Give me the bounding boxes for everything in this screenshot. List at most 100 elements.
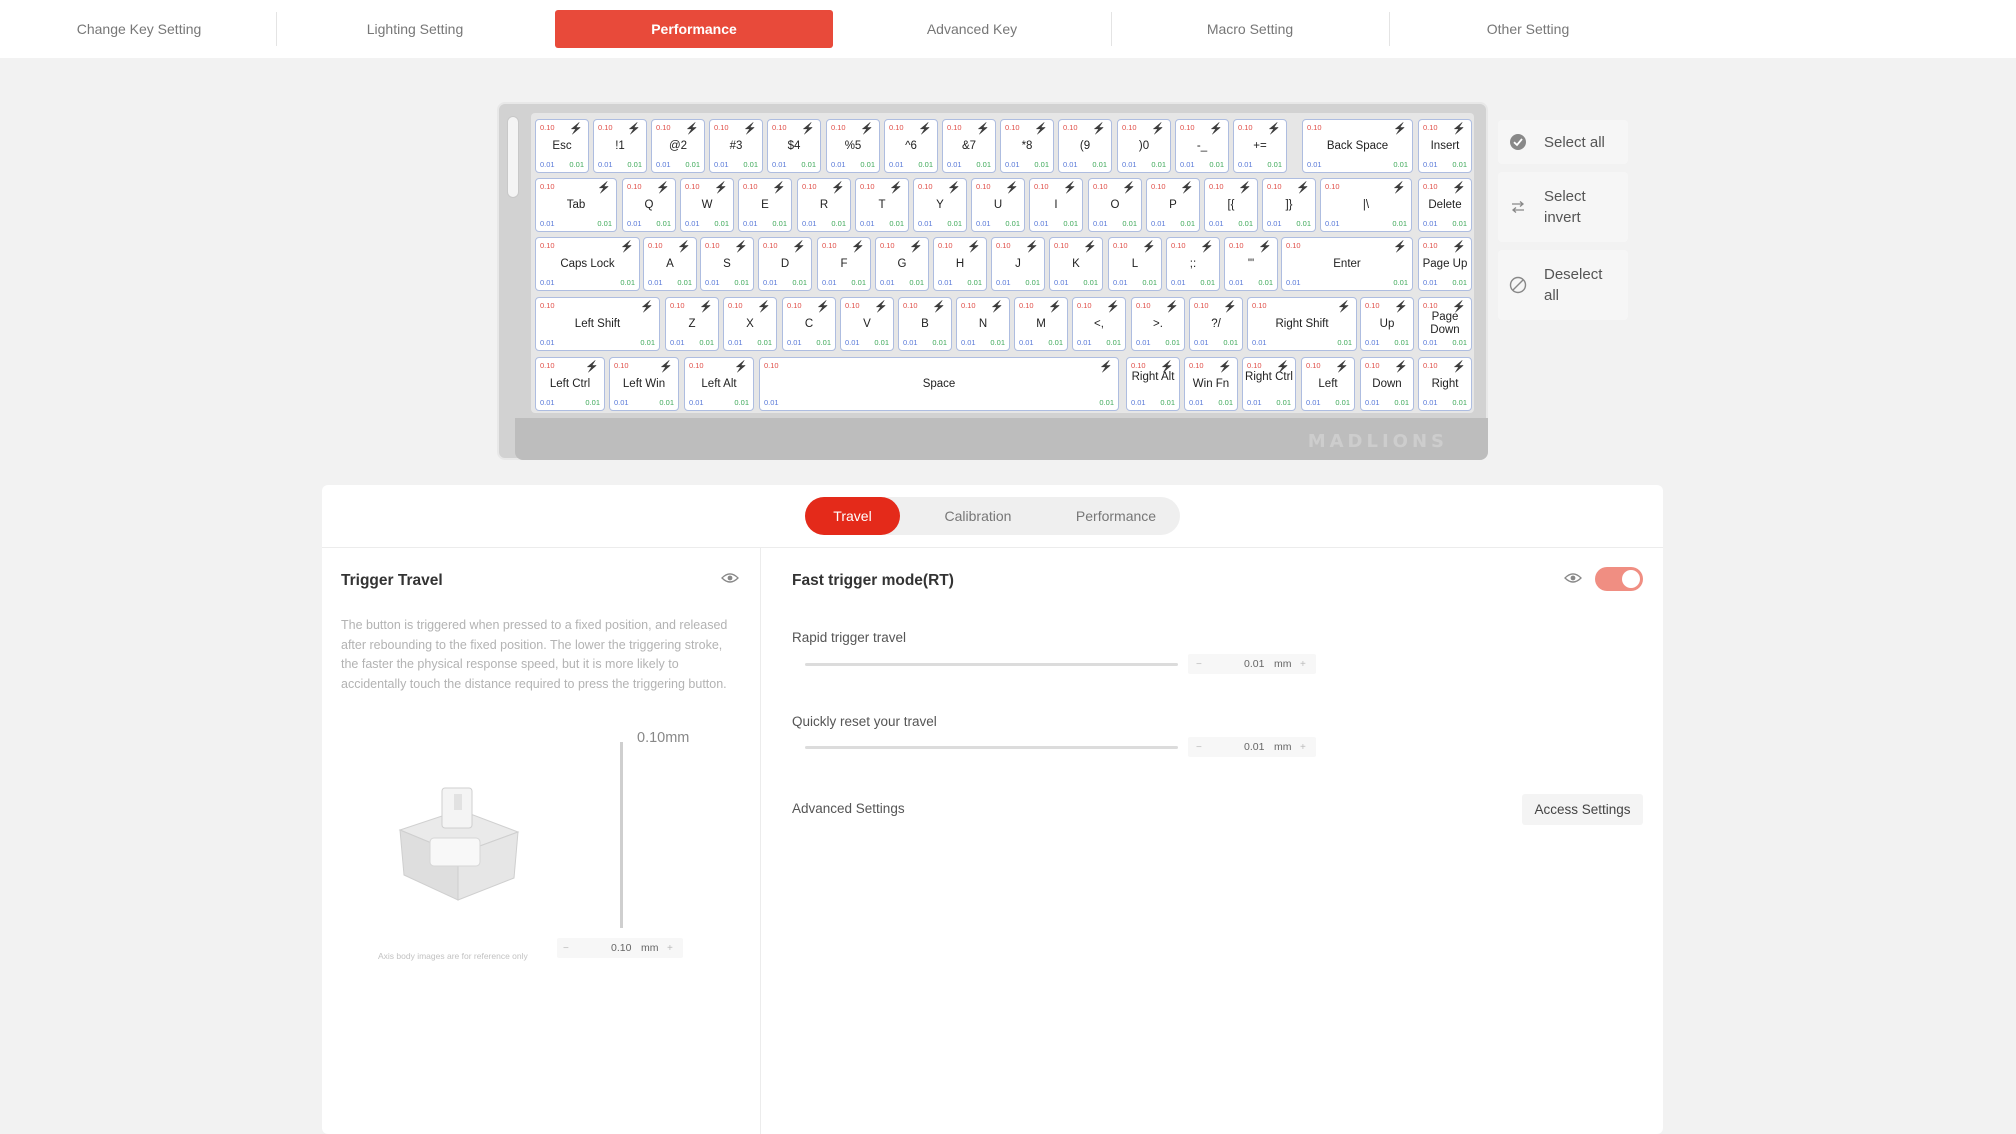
key[interactable]: 0.10 ⚡ Enter 0.01 0.01 [1281,237,1413,291]
key[interactable]: 0.10 ⚡ I 0.01 0.01 [1029,178,1083,232]
key[interactable]: 0.10 ⚡ Page Down 0.01 0.01 [1418,297,1472,351]
eye-icon[interactable] [1564,572,1582,584]
key-actuation-value: 0.10 [1063,123,1078,132]
key[interactable]: 0.10 ⚡ %5 0.01 0.01 [826,119,880,173]
key[interactable]: 0.10 ⚡ >. 0.01 0.01 [1131,297,1185,351]
access-settings-button[interactable]: Access Settings [1522,794,1643,825]
key[interactable]: 0.10 ⚡ R 0.01 0.01 [797,178,851,232]
rapid-trigger-slider[interactable] [805,663,1178,666]
key[interactable]: 0.10 ⚡ Z 0.01 0.01 [665,297,719,351]
trigger-travel-stepper[interactable]: − 0.10 mm + [557,938,683,958]
key[interactable]: 0.10 ⚡ B 0.01 0.01 [898,297,952,351]
nav-other-setting[interactable]: Other Setting [1389,10,1667,48]
tab-performance[interactable]: Performance [1051,497,1181,535]
plus-icon[interactable]: + [1300,742,1306,753]
nav-performance[interactable]: Performance [555,10,833,48]
rapid-trigger-stepper[interactable]: − 0.01 mm + [1188,654,1316,674]
key[interactable]: 0.10 ⚡ &7 0.01 0.01 [942,119,996,173]
key[interactable]: 0.10 ⚡ Up 0.01 0.01 [1360,297,1414,351]
lightning-icon: ⚡ [976,123,990,135]
key[interactable]: 0.10 ⚡ ?/0.01 0.01 [1189,297,1243,351]
key[interactable]: 0.10 ⚡ P 0.01 0.01 [1146,178,1200,232]
key[interactable]: 0.10 ⚡ X 0.01 0.01 [723,297,777,351]
key[interactable]: 0.10 ⚡ Win Fn 0.01 0.01 [1184,357,1238,411]
key[interactable]: 0.10 ⚡ @2 0.01 0.01 [651,119,705,173]
key[interactable]: 0.10 ⚡ A 0.01 0.01 [643,237,697,291]
key[interactable]: 0.10 ⚡ *8 0.01 0.01 [1000,119,1054,173]
tab-travel[interactable]: Travel [805,497,900,535]
key[interactable]: 0.10 ⚡ Left 0.01 0.01 [1301,357,1355,411]
key[interactable]: 0.10 ⚡ Page Up 0.01 0.01 [1418,237,1472,291]
key[interactable]: 0.10 ⚡ W 0.01 0.01 [680,178,734,232]
key[interactable]: 0.10 ⚡ += 0.01 0.01 [1233,119,1287,173]
key[interactable]: 0.10 ⚡ Delete 0.01 0.01 [1418,178,1472,232]
plus-icon[interactable]: + [667,943,673,954]
key[interactable]: 0.10 ⚡ Back Space 0.01 0.01 [1302,119,1413,173]
lightning-icon: ⚡ [1452,182,1466,194]
tab-calibration[interactable]: Calibration [913,497,1043,535]
key[interactable]: 0.10 ⚡ Caps Lock 0.01 0.01 [535,237,640,291]
key[interactable]: 0.10 ⚡ Right Shift 0.01 0.01 [1247,297,1357,351]
key[interactable]: 0.10 ⚡]} 0.01 0.01 [1262,178,1316,232]
key[interactable]: 0.10 ⚡ Insert 0.01 0.01 [1418,119,1472,173]
key[interactable]: 0.10 ⚡ Right Alt 0.01 0.01 [1126,357,1180,411]
key[interactable]: 0.10 ⚡ Left Win 0.01 0.01 [609,357,679,411]
deselect-all-button[interactable]: Deselect all [1498,250,1628,320]
key[interactable]: 0.10 ⚡ '" 0.01 0.01 [1224,237,1278,291]
minus-icon[interactable]: − [1196,742,1202,753]
key[interactable]: 0.10 ⚡ J 0.01 0.01 [991,237,1045,291]
key[interactable]: 0.10 ⚡ (9 0.01 0.01 [1058,119,1112,173]
key[interactable]: 0.10 ⚡ S 0.01 0.01 [700,237,754,291]
key[interactable]: 0.10 ⚡ L 0.01 0.01 [1108,237,1162,291]
key[interactable]: 0.10 ⚡ K 0.01 0.01 [1049,237,1103,291]
nav-advanced-key[interactable]: Advanced Key [833,10,1111,48]
key[interactable]: 0.10 ⚡ Left Shift 0.01 0.01 [535,297,660,351]
key[interactable]: 0.10 ⚡ C 0.01 0.01 [782,297,836,351]
minus-icon[interactable]: − [563,943,569,954]
key[interactable]: 0.10 ⚡ D 0.01 0.01 [758,237,812,291]
key[interactable]: 0.10 ⚡ E 0.01 0.01 [738,178,792,232]
key[interactable]: 0.10 ⚡ T 0.01 0.01 [855,178,909,232]
key-press-value: 0.01 [685,219,700,228]
nav-macro-setting[interactable]: Macro Setting [1111,10,1389,48]
key[interactable]: 0.10 ⚡ U 0.01 0.01 [971,178,1025,232]
select-all-button[interactable]: Select all [1498,120,1628,164]
reset-travel-stepper[interactable]: − 0.01 mm + [1188,737,1316,757]
key[interactable]: 0.10 ⚡ #3 0.01 0.01 [709,119,763,173]
key[interactable]: 0.10 ⚡ Down 0.01 0.01 [1360,357,1414,411]
minus-icon[interactable]: − [1196,659,1202,670]
eye-icon[interactable] [721,572,739,584]
key[interactable]: 0.10 ⚡;: 0.01 0.01 [1166,237,1220,291]
key[interactable]: 0.10 ⚡ Left Ctrl 0.01 0.01 [535,357,605,411]
key[interactable]: 0.10 ⚡ !1 0.01 0.01 [593,119,647,173]
key[interactable]: 0.10 ⚡ H 0.01 0.01 [933,237,987,291]
key[interactable]: 0.10 ⚡ Right Ctrl 0.01 0.01 [1242,357,1296,411]
reset-travel-slider[interactable] [805,746,1178,749]
key[interactable]: 0.10 ⚡ V 0.01 0.01 [840,297,894,351]
key[interactable]: 0.10 ⚡ |\ 0.01 0.01 [1320,178,1412,232]
key[interactable]: 0.10 ⚡ ^6 0.01 0.01 [884,119,938,173]
key[interactable]: 0.10 ⚡)0 0.01 0.01 [1117,119,1171,173]
plus-icon[interactable]: + [1300,659,1306,670]
key[interactable]: 0.10 ⚡ Q 0.01 0.01 [622,178,676,232]
key[interactable]: 0.10 ⚡ <, 0.01 0.01 [1072,297,1126,351]
key[interactable]: 0.10 ⚡ -_ 0.01 0.01 [1175,119,1229,173]
key-actuation-value: 0.10 [763,241,778,250]
key[interactable]: 0.10 ⚡ Right 0.01 0.01 [1418,357,1472,411]
key[interactable]: 0.10 ⚡[{0.01 0.01 [1204,178,1258,232]
key[interactable]: 0.10 ⚡ M 0.01 0.01 [1014,297,1068,351]
key[interactable]: 0.10 ⚡ Tab 0.01 0.01 [535,178,617,232]
nav-change-key-setting[interactable]: Change Key Setting [0,10,278,48]
key[interactable]: 0.10 ⚡ N 0.01 0.01 [956,297,1010,351]
key[interactable]: 0.10 ⚡ Space 0.01 0.01 [759,357,1119,411]
nav-lighting-setting[interactable]: Lighting Setting [276,10,554,48]
select-invert-button[interactable]: Select invert [1498,172,1628,242]
key[interactable]: 0.10 ⚡ F 0.01 0.01 [817,237,871,291]
key[interactable]: 0.10 ⚡ Y 0.01 0.01 [913,178,967,232]
fast-trigger-toggle[interactable] [1595,567,1643,591]
key[interactable]: 0.10 ⚡ Esc 0.01 0.01 [535,119,589,173]
key[interactable]: 0.10 ⚡ G 0.01 0.01 [875,237,929,291]
key[interactable]: 0.10 ⚡ Left Alt 0.01 0.01 [684,357,754,411]
key[interactable]: 0.10 ⚡ O 0.01 0.01 [1088,178,1142,232]
key[interactable]: 0.10 ⚡ $4 0.01 0.01 [767,119,821,173]
